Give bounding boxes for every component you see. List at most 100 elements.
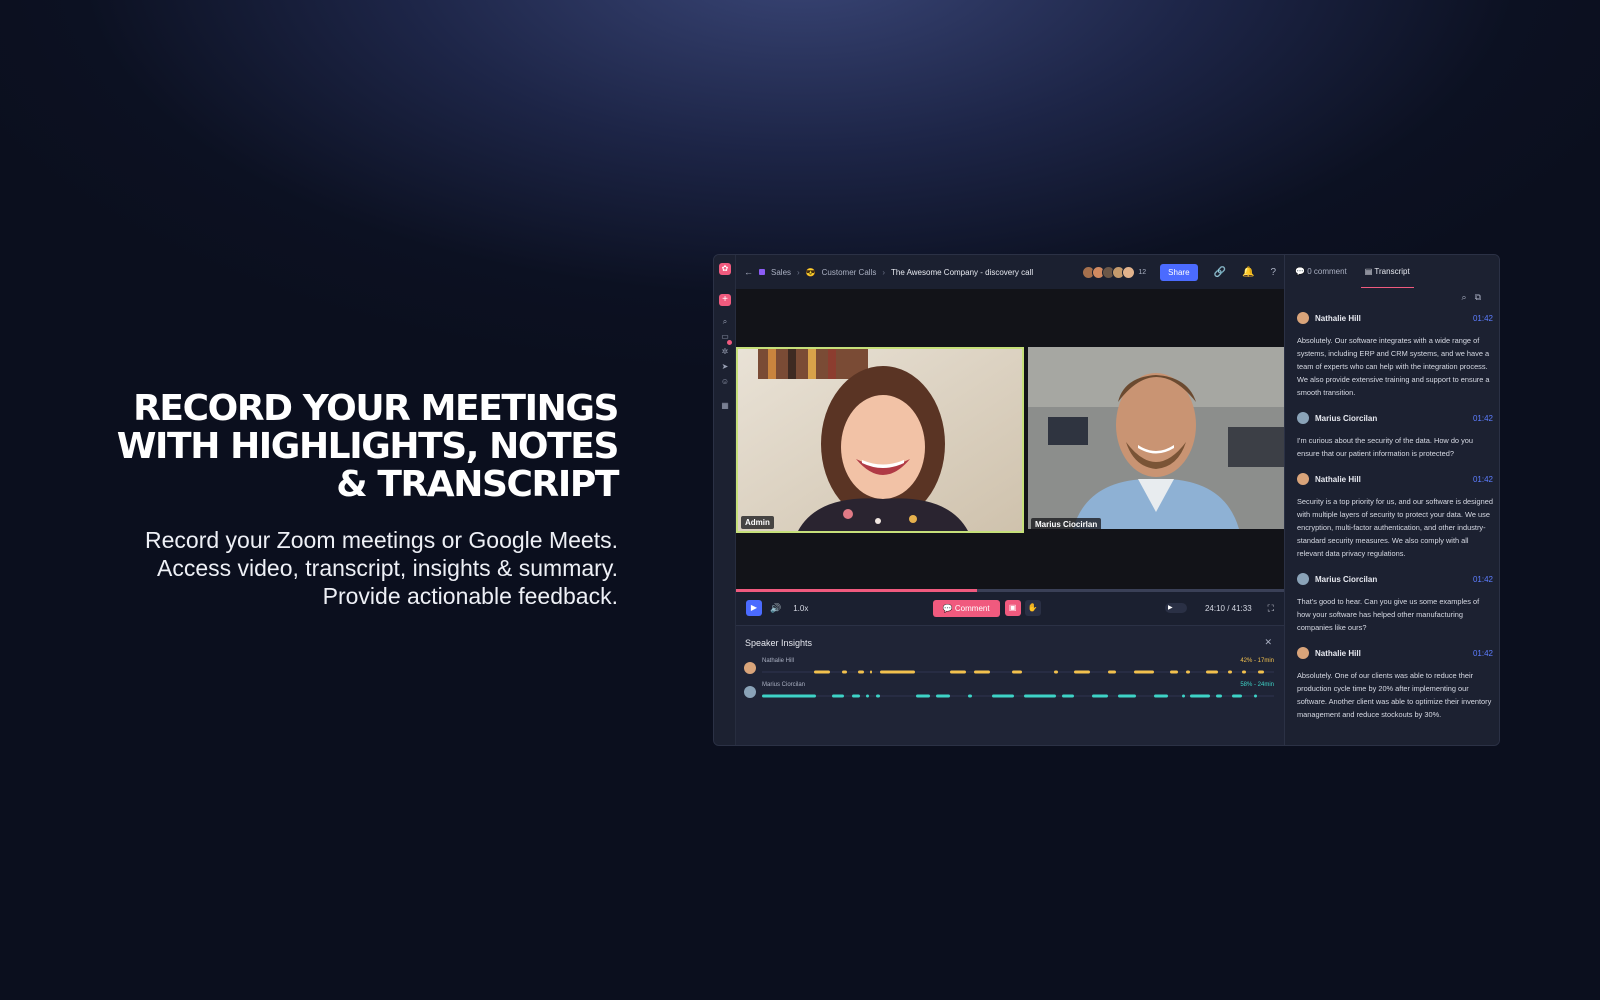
timestamp[interactable]: 01:42 — [1473, 475, 1493, 484]
speaker-timeline-track — [762, 694, 1274, 698]
speaking-segment[interactable] — [880, 670, 915, 674]
speaking-segment[interactable] — [1134, 670, 1154, 674]
speaking-segment[interactable] — [842, 670, 847, 674]
transcript-text: Security is a top priority for us, and o… — [1297, 497, 1493, 558]
speaking-segment[interactable] — [1054, 670, 1058, 674]
playback-speed[interactable]: 1.0x — [793, 604, 808, 613]
breadcrumb-sales[interactable]: Sales — [771, 268, 791, 277]
speaker-row-nathalie[interactable]: Nathalie Hill 42% - 17min — [744, 658, 1274, 678]
speaking-segment[interactable] — [1190, 694, 1210, 698]
avatar — [1122, 265, 1136, 279]
transcript-text: Absolutely. One of our clients was able … — [1297, 671, 1492, 719]
volume-icon[interactable]: 🔊 — [770, 603, 781, 614]
tab-comments[interactable]: 💬 0 comment — [1295, 267, 1347, 276]
speaking-segment[interactable] — [1062, 694, 1074, 698]
transcript-entry[interactable]: Marius Ciorcilan 01:42 I'm curious about … — [1297, 411, 1493, 460]
transcript-entry[interactable]: Marius Ciorcilan 01:42 That's good to hea… — [1297, 572, 1493, 634]
playback-time: 24:10 / 41:33 — [1204, 603, 1252, 613]
speaking-segment[interactable] — [1092, 694, 1108, 698]
autoplay-toggle[interactable]: ▶ — [1164, 603, 1187, 613]
speaking-segment[interactable] — [1074, 670, 1090, 674]
speaking-segment[interactable] — [1012, 670, 1022, 674]
timestamp[interactable]: 01:42 — [1473, 575, 1493, 584]
speaking-segment[interactable] — [876, 694, 880, 698]
apps-icon[interactable]: ▦ — [720, 401, 730, 411]
speaking-segment[interactable] — [1228, 670, 1232, 674]
breadcrumb-meeting-title: The Awesome Company - discovery call — [891, 267, 1034, 277]
sunglasses-emoji-icon: 😎 — [805, 267, 816, 277]
share-button[interactable]: Share — [1160, 263, 1198, 281]
avatar — [744, 686, 756, 698]
speaker-insights-panel: Speaker Insights ✕ Nathalie Hill 42% - 1… — [736, 625, 1284, 745]
player-controls: ▶ 🔊 1.0x 💬 Comment ▣ ✋ ▶ 24:10 / 41:33 ⛶ — [736, 592, 1284, 624]
speaking-segment[interactable] — [762, 694, 816, 698]
speaking-segment[interactable] — [1024, 694, 1056, 698]
speaking-segment[interactable] — [866, 694, 869, 698]
recordings-icon[interactable]: ✲ — [720, 347, 730, 357]
search-icon[interactable]: ⌕ — [1462, 292, 1475, 302]
tab-transcript[interactable]: ▤ Transcript — [1360, 267, 1414, 288]
transcript-entry[interactable]: Nathalie Hill 01:42 Security is a top pri… — [1297, 472, 1493, 560]
speaking-segment[interactable] — [968, 694, 972, 698]
speaking-segment[interactable] — [1182, 694, 1185, 698]
speaking-segment[interactable] — [1242, 670, 1246, 674]
speaker-name: Nathalie Hill — [1315, 648, 1361, 658]
timestamp[interactable]: 01:42 — [1473, 414, 1493, 423]
speaker-name: Marius Ciorcilan — [1315, 574, 1378, 584]
transcript-entry[interactable]: Nathalie Hill 01:42 Absolutely. Our softw… — [1297, 311, 1493, 399]
speaking-segment[interactable] — [832, 694, 844, 698]
breadcrumb-customer-calls[interactable]: Customer Calls — [822, 268, 877, 277]
notification-dot — [727, 340, 732, 345]
speaking-segment[interactable] — [870, 670, 872, 674]
speaking-segment[interactable] — [1232, 694, 1242, 698]
speaking-segment[interactable] — [852, 694, 860, 698]
speaker-name: Nathalie Hill — [762, 658, 795, 664]
transcript-text: I'm curious about the security of the da… — [1297, 436, 1474, 458]
link-icon[interactable]: 🔗 — [1214, 267, 1226, 278]
reaction-button[interactable]: ✋ — [1024, 600, 1041, 616]
speaking-segment[interactable] — [1186, 670, 1190, 674]
speaking-segment[interactable] — [1118, 694, 1136, 698]
speaking-segment[interactable] — [916, 694, 930, 698]
copy-icon[interactable]: ⧉ — [1475, 292, 1489, 302]
speaking-segment[interactable] — [1258, 670, 1264, 674]
timestamp[interactable]: 01:42 — [1473, 649, 1493, 658]
speaking-segment[interactable] — [936, 694, 950, 698]
record-clip-button[interactable]: ▣ — [1004, 600, 1021, 616]
avatar — [1297, 312, 1309, 324]
users-icon[interactable]: ☺ — [720, 377, 730, 387]
speaking-segment[interactable] — [1216, 694, 1222, 698]
send-icon[interactable]: ➤ — [720, 362, 730, 372]
help-icon[interactable]: ? — [1270, 267, 1276, 278]
avatar — [1297, 412, 1309, 424]
transcript-text: Absolutely. Our software integrates with… — [1297, 336, 1490, 397]
close-icon[interactable]: ✕ — [1264, 637, 1272, 648]
comment-button[interactable]: 💬 Comment — [932, 599, 1000, 617]
transcript-entry[interactable]: Nathalie Hill 01:42 Absolutely. One of ou… — [1297, 646, 1493, 721]
search-icon[interactable]: ⌕ — [720, 317, 730, 327]
speaking-segment[interactable] — [950, 670, 966, 674]
speaking-segment[interactable] — [1170, 670, 1178, 674]
app-logo-icon[interactable]: ✿ — [719, 263, 731, 275]
speaking-segment[interactable] — [858, 670, 864, 674]
participants-count: 12 — [1138, 268, 1147, 276]
bell-icon[interactable]: 🔔 — [1242, 267, 1254, 278]
speaking-segment[interactable] — [992, 694, 1014, 698]
timestamp[interactable]: 01:42 — [1473, 314, 1493, 323]
chevron-right-icon: › — [797, 267, 800, 277]
add-icon[interactable]: + — [719, 294, 731, 306]
participant-video-image — [1028, 347, 1284, 529]
participant-avatars[interactable]: 12 — [1082, 265, 1147, 279]
speaking-segment[interactable] — [1206, 670, 1218, 674]
fullscreen-icon[interactable]: ⛶ — [1268, 603, 1274, 614]
right-sidebar: 💬 0 comment ▤ Transcript ⌕⧉ Nathalie Hil… — [1284, 255, 1499, 745]
speaking-segment[interactable] — [974, 670, 990, 674]
speaking-segment[interactable] — [1154, 694, 1168, 698]
speaking-segment[interactable] — [1108, 670, 1116, 674]
speaking-segment[interactable] — [814, 670, 830, 674]
back-arrow-icon[interactable]: ← — [744, 267, 753, 277]
speaker-row-marius[interactable]: Marius Ciorcilan 58% - 24min — [744, 682, 1274, 702]
speaking-segment[interactable] — [1254, 694, 1257, 698]
play-button[interactable]: ▶ — [746, 600, 762, 616]
video-player[interactable]: Admin Marius Ciocirlan — [736, 289, 1284, 592]
